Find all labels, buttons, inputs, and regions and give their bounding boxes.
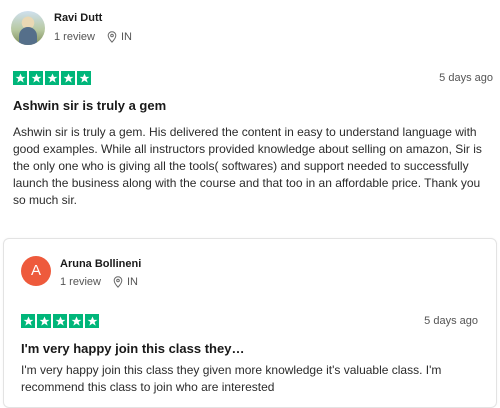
star-rating (21, 314, 99, 328)
review-date: 5 days ago (424, 315, 478, 327)
reviewer-name[interactable]: Ravi Dutt (54, 12, 102, 24)
reviewer-meta: 1 review IN (54, 31, 132, 43)
reviewer-name[interactable]: Aruna Bollineni (60, 258, 141, 270)
reviewer-meta: 1 review IN (60, 276, 138, 288)
avatar[interactable]: A (21, 256, 51, 286)
star-icon (61, 71, 75, 85)
review-count: 1 review (60, 276, 101, 288)
star-icon (53, 314, 67, 328)
reviewer-location: IN (107, 31, 132, 43)
review-card: Ravi Dutt 1 review IN 5 days ago Ashwin … (0, 0, 500, 226)
star-rating (13, 71, 91, 85)
reviewer-location: IN (113, 276, 138, 288)
review-body: I'm very happy join this class they give… (21, 363, 442, 394)
location-pin-icon (107, 31, 117, 43)
star-icon (69, 314, 83, 328)
star-icon (21, 314, 35, 328)
star-icon (29, 71, 43, 85)
review-body: Ashwin sir is truly a gem. His delivered… (13, 125, 482, 207)
review-title[interactable]: Ashwin sir is truly a gem (13, 98, 166, 113)
review-date: 5 days ago (439, 72, 493, 84)
star-icon (85, 314, 99, 328)
country-code: IN (126, 276, 138, 288)
star-icon (13, 71, 27, 85)
location-pin-icon (113, 276, 123, 288)
star-icon (45, 71, 59, 85)
review-count: 1 review (54, 31, 95, 43)
star-icon (37, 314, 51, 328)
star-icon (77, 71, 91, 85)
avatar[interactable] (11, 11, 45, 45)
review-title[interactable]: I'm very happy join this class they… (21, 341, 244, 356)
country-code: IN (120, 31, 132, 43)
